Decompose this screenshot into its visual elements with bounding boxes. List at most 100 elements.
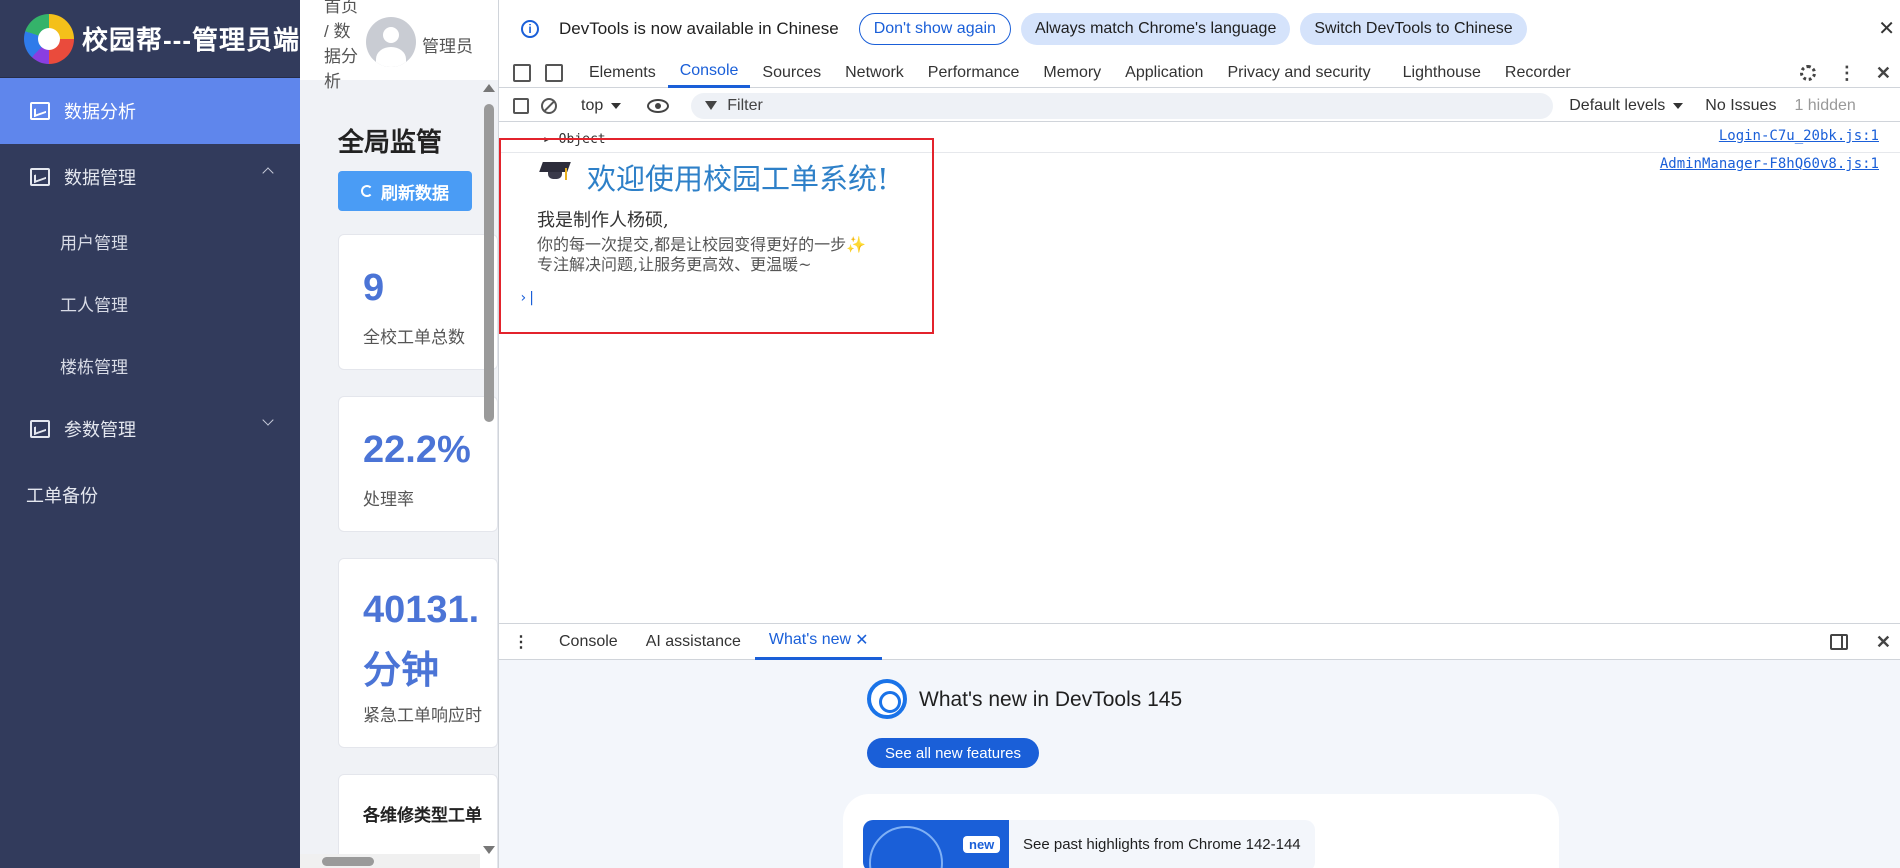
stat-card-rate: 22.2% 处理率 [338,396,498,532]
info-text: DevTools is now available in Chinese [559,19,839,38]
switch-language-button[interactable]: Switch DevTools to Chinese [1300,13,1527,45]
inspect-element-icon[interactable] [513,63,531,82]
devtools-tabbar: Elements Console Sources Network Perform… [499,58,1900,88]
filter-placeholder: Filter [727,96,763,114]
filter-icon [705,101,718,110]
sidebar-item-parameters[interactable]: 参数管理 [0,396,300,462]
sidebar-toggle-icon[interactable] [513,97,529,114]
past-highlights-text: See past highlights from Chrome 142-144 [1023,836,1301,853]
source-link[interactable]: AdminManager-F8hQ60v8.js:1 [1660,156,1879,172]
scroll-up-icon[interactable] [483,84,495,92]
main-content: 首页 / 数据分析 管理员 全局监管 刷新数据 9 全校工单总数 22.2% 处… [300,0,498,868]
drawer-tab-whats-new[interactable]: What's new ✕ [754,624,883,660]
chrome-devtools-logo-icon [867,679,907,719]
issues-button[interactable]: No Issues [1705,97,1776,115]
info-icon: i [521,20,539,38]
scroll-down-icon[interactable] [483,846,495,854]
stat-value: 9 [363,267,385,309]
tab-application[interactable]: Application [1113,58,1215,88]
more-options-icon[interactable]: ⋮ [1838,63,1856,84]
clear-console-icon[interactable] [541,97,557,114]
refresh-button[interactable]: 刷新数据 [338,171,472,211]
language-infobar: i DevTools is now available in Chinese D… [499,0,1900,58]
sidebar-item-label: 数据分析 [64,102,136,122]
sidebar-item-data-analysis[interactable]: 数据分析 [0,78,300,144]
admin-name[interactable]: 管理员 [422,32,473,57]
scroll-thumb[interactable] [484,104,494,422]
tab-recorder[interactable]: Recorder [1493,58,1583,88]
drawer-tab-ai[interactable]: AI assistance [632,624,755,660]
sidebar-item-label: 参数管理 [64,420,136,440]
new-badge: new [963,836,1001,853]
past-highlights-link[interactable]: new See past highlights from Chrome 142-… [863,820,1315,868]
sidebar-item-data-management[interactable]: 数据管理 [0,144,300,210]
highlight-box: 欢迎使用校园工单系统! 我是制作人杨硕, 你的每一次提交,都是让校园变得更好的一… [499,138,934,334]
close-icon[interactable]: ✕ [1878,16,1895,41]
dropdown-caret-icon [1673,102,1684,109]
console-toolbar: top Filter Default levels No Issues 1 hi… [499,90,1900,122]
scroll-thumb[interactable] [322,857,374,866]
stat-value: 40131. [363,589,480,631]
gear-icon[interactable] [1799,65,1816,81]
context-label: top [581,96,604,114]
tab-lighthouse[interactable]: Lighthouse [1391,58,1493,88]
avatar[interactable] [366,17,416,67]
dropdown-caret-icon [611,102,622,109]
horizontal-scrollbar[interactable] [300,854,480,868]
chevron-up-icon [262,167,274,179]
vertical-scrollbar[interactable] [481,84,495,854]
sparkle-icon: ✨ [846,235,867,254]
device-toolbar-icon[interactable] [545,63,563,82]
tab-console[interactable]: Console [667,58,751,88]
source-link[interactable]: Login-C7u_20bk.js:1 [1719,128,1879,144]
refresh-icon [361,185,373,197]
breadcrumb[interactable]: 首页 / 数据分析 [324,0,366,94]
devtools-drawer: ⋮ Console AI assistance What's new ✕ ✕ Wh… [499,623,1900,868]
drawer-tab-console[interactable]: Console [545,624,632,660]
close-tab-icon[interactable]: ✕ [855,630,868,650]
dont-show-again-button[interactable]: Don't show again [858,13,1011,45]
whats-new-title: What's new in DevTools 145 [919,688,1183,711]
welcome-message: 欢迎使用校园工单系统! [587,162,889,196]
context-selector[interactable]: top [581,96,622,115]
tab-elements[interactable]: Elements [577,58,668,88]
tab-network[interactable]: Network [833,58,916,88]
drawer-actions: ✕ [1829,624,1900,660]
match-language-button[interactable]: Always match Chrome's language [1020,13,1291,45]
page-title: 全局监管 [338,127,443,157]
tab-privacy[interactable]: Privacy and security [1215,58,1382,88]
tab-performance[interactable]: Performance [916,58,1032,88]
message-line: 专注解决问题,让服务更高效、更温暖~ [537,255,812,274]
stat-unit: 分钟 [363,650,440,692]
sidebar-item-label: 数据管理 [64,168,136,188]
graduation-cap-icon [539,160,571,182]
refresh-label: 刷新数据 [381,183,449,203]
see-all-features-button[interactable]: See all new features [867,738,1039,768]
tab-sources[interactable]: Sources [750,58,833,88]
drawer-menu-icon[interactable]: ⋮ [513,632,529,652]
stat-label: 全校工单总数 [363,328,465,347]
stat-label: 紧急工单响应时 [363,706,482,725]
close-devtools-icon[interactable]: ✕ [1876,63,1891,84]
sidebar-subitem-users[interactable]: 用户管理 [0,210,300,272]
tabbar-actions: ⋮ ✕ [1788,58,1900,88]
devtools-panel: i DevTools is now available in Chinese D… [498,0,1900,868]
hidden-count: 1 hidden [1794,96,1856,114]
chevron-down-icon [262,414,274,426]
eye-icon[interactable] [647,98,670,113]
chart-icon [30,420,50,438]
dock-side-icon[interactable] [1829,634,1848,650]
author-line: 我是制作人杨硕, [537,210,669,231]
tab-memory[interactable]: Memory [1031,58,1113,88]
close-drawer-icon[interactable]: ✕ [1876,632,1891,653]
sidebar-subitem-buildings[interactable]: 楼栋管理 [0,334,300,396]
log-levels-dropdown[interactable]: Default levels [1569,97,1684,115]
app-sidebar: 校园帮---管理员端 数据分析 数据管理 用户管理 工人管理 楼栋管理 参数管理… [0,0,300,868]
console-prompt[interactable]: ›| [519,290,536,306]
filter-input[interactable]: Filter [691,92,1554,119]
stat-label: 处理率 [363,490,414,509]
stat-card-total: 9 全校工单总数 [338,234,498,370]
sidebar-subitem-workers[interactable]: 工人管理 [0,272,300,334]
sidebar-item-backup[interactable]: 工单备份 [0,462,300,528]
video-thumbnail: new [863,820,1009,868]
